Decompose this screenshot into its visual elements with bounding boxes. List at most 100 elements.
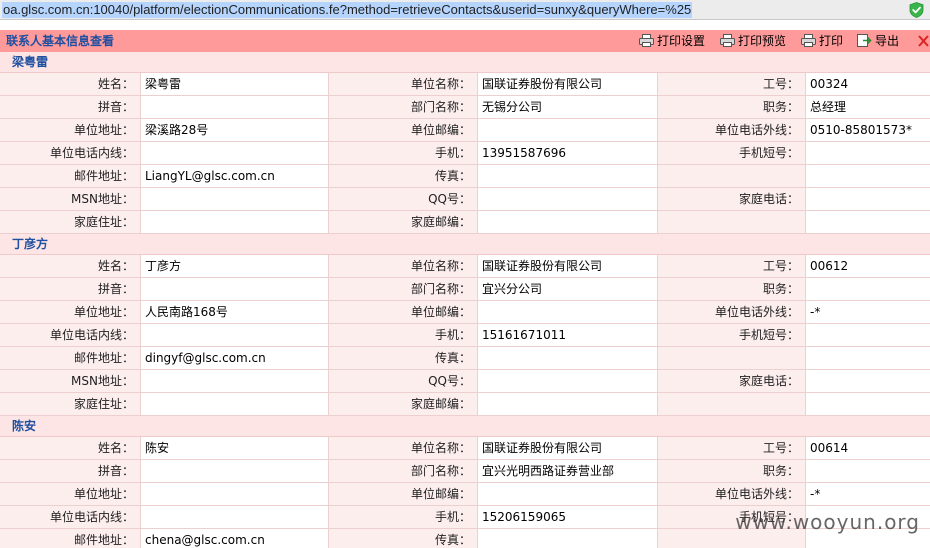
field-label: 单位电话内线： (0, 324, 140, 346)
field-value: dingyf@glsc.com.cn (140, 347, 328, 369)
field-label: 单位地址： (0, 301, 140, 323)
table-row: 姓名： 丁彦方 单位名称： 国联证券股份有限公司 工号： 00612 (0, 255, 930, 278)
field-label: 单位邮编： (328, 119, 477, 141)
table-row: 单位电话内线： 手机： 15161671011 手机短号： (0, 324, 930, 347)
field-label: 邮件地址： (0, 165, 140, 187)
field-value: 15161671011 (477, 324, 657, 346)
field-label: 工号： (657, 255, 805, 277)
field-value: 00612 (805, 255, 930, 277)
field-label: 单位名称： (328, 73, 477, 95)
field-label: 手机短号： (657, 142, 805, 164)
field-value (805, 278, 930, 300)
print-preview-label: 打印预览 (738, 34, 787, 48)
field-label: 拼音： (0, 460, 140, 482)
field-label: 单位地址： (0, 483, 140, 505)
table-row: 单位地址： 单位邮编： 单位电话外线： -* (0, 483, 930, 506)
field-value: 国联证券股份有限公司 (477, 437, 657, 459)
field-label: 手机短号： (657, 324, 805, 346)
field-label: 工号： (657, 437, 805, 459)
table-row: MSN地址： QQ号： 家庭电话： (0, 188, 930, 211)
field-value: 总经理 (805, 96, 930, 118)
toolbar: 联系人基本信息查看 打印设置 打印预览 打印 导出 (0, 30, 930, 52)
print-label: 打印 (819, 34, 844, 48)
field-label: 单位地址： (0, 119, 140, 141)
close-icon[interactable] (916, 32, 930, 50)
field-label (657, 211, 805, 233)
field-value (140, 460, 328, 482)
print-button[interactable]: 打印 (801, 30, 847, 52)
field-value (477, 211, 657, 233)
field-value (477, 483, 657, 505)
field-label: 手机： (328, 506, 477, 528)
field-label: 部门名称： (328, 278, 477, 300)
field-label: 单位电话内线： (0, 142, 140, 164)
field-value (140, 188, 328, 210)
field-value: 国联证券股份有限公司 (477, 73, 657, 95)
printer-preview-icon (720, 34, 735, 47)
field-label: 邮件地址： (0, 529, 140, 548)
field-label: 部门名称： (328, 96, 477, 118)
field-value (140, 96, 328, 118)
field-value: 00614 (805, 437, 930, 459)
field-value (477, 529, 657, 548)
field-label: 传真： (328, 347, 477, 369)
table-row: 单位地址： 人民南路168号 单位邮编： 单位电话外线： -* (0, 301, 930, 324)
field-value: -* (805, 301, 930, 323)
field-label: 姓名： (0, 437, 140, 459)
field-label: 单位邮编： (328, 301, 477, 323)
field-value (140, 370, 328, 392)
table-row: 拼音： 部门名称： 宜兴分公司 职务： (0, 278, 930, 301)
field-value (140, 211, 328, 233)
field-value: 人民南路168号 (140, 301, 328, 323)
field-label: 家庭电话： (657, 188, 805, 210)
url-text[interactable]: oa.glsc.com.cn:10040/platform/electionCo… (2, 2, 693, 18)
field-label: 姓名： (0, 255, 140, 277)
contact-group-header: 梁粤雷 (0, 52, 930, 73)
table-row: 家庭住址： 家庭邮编： (0, 393, 930, 416)
field-value (477, 370, 657, 392)
field-value: 无锡分公司 (477, 96, 657, 118)
field-value (140, 142, 328, 164)
table-row: 单位电话内线： 手机： 13951587696 手机短号： (0, 142, 930, 165)
field-label: 姓名： (0, 73, 140, 95)
address-bar[interactable]: oa.glsc.com.cn:10040/platform/electionCo… (0, 0, 930, 20)
field-label: 单位电话外线： (657, 483, 805, 505)
field-value: 0510-85801573* (805, 119, 930, 141)
field-value: 丁彦方 (140, 255, 328, 277)
field-value (140, 483, 328, 505)
field-value: 13951587696 (477, 142, 657, 164)
field-label: 邮件地址： (0, 347, 140, 369)
export-button[interactable]: 导出 (857, 30, 903, 52)
field-value (140, 278, 328, 300)
field-label: 拼音： (0, 96, 140, 118)
field-label: 家庭电话： (657, 370, 805, 392)
contacts-list: 梁粤雷 姓名： 梁粤雷 单位名称： 国联证券股份有限公司 工号： 00324 拼音： 部门名称：… (0, 52, 930, 548)
field-value (805, 393, 930, 415)
field-value: 梁粤雷 (140, 73, 328, 95)
field-label: 手机： (328, 324, 477, 346)
field-label: 部门名称： (328, 460, 477, 482)
field-value (805, 370, 930, 392)
field-value (477, 188, 657, 210)
print-setup-button[interactable]: 打印设置 (639, 30, 711, 52)
shield-check-icon[interactable] (909, 2, 924, 18)
field-label: MSN地址： (0, 188, 140, 210)
field-value: -* (805, 483, 930, 505)
field-value: 宜兴分公司 (477, 278, 657, 300)
contact-group-header: 丁彦方 (0, 234, 930, 255)
field-label: QQ号： (328, 370, 477, 392)
table-row: 拼音： 部门名称： 宜兴光明西路证券营业部 职务： (0, 460, 930, 483)
printer-settings-icon (639, 34, 654, 47)
table-row: 单位地址： 梁溪路28号 单位邮编： 单位电话外线： 0510-85801573* (0, 119, 930, 142)
print-preview-button[interactable]: 打印预览 (720, 30, 792, 52)
field-value (805, 211, 930, 233)
export-label: 导出 (875, 34, 900, 48)
table-row: 姓名： 陈安 单位名称： 国联证券股份有限公司 工号： 00614 (0, 437, 930, 460)
field-label: 家庭邮编： (328, 211, 477, 233)
table-row: 邮件地址： dingyf@glsc.com.cn 传真： (0, 347, 930, 370)
field-value (477, 165, 657, 187)
table-row: 家庭住址： 家庭邮编： (0, 211, 930, 234)
field-value: 梁溪路28号 (140, 119, 328, 141)
field-value (477, 119, 657, 141)
field-value: 国联证券股份有限公司 (477, 255, 657, 277)
